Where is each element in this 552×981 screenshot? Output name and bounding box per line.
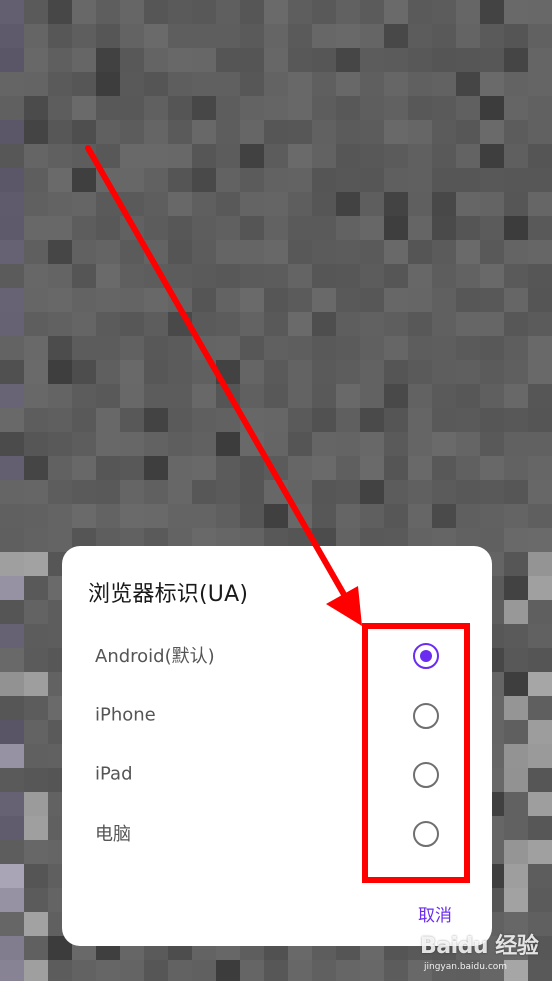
baidu-jingyan-watermark: Baidu 经验 jingyan.baidu.com	[420, 928, 539, 972]
watermark-url: jingyan.baidu.com	[424, 962, 508, 972]
annotation-highlight-box	[362, 623, 470, 883]
watermark-logo: Baidu 经验	[420, 934, 539, 959]
